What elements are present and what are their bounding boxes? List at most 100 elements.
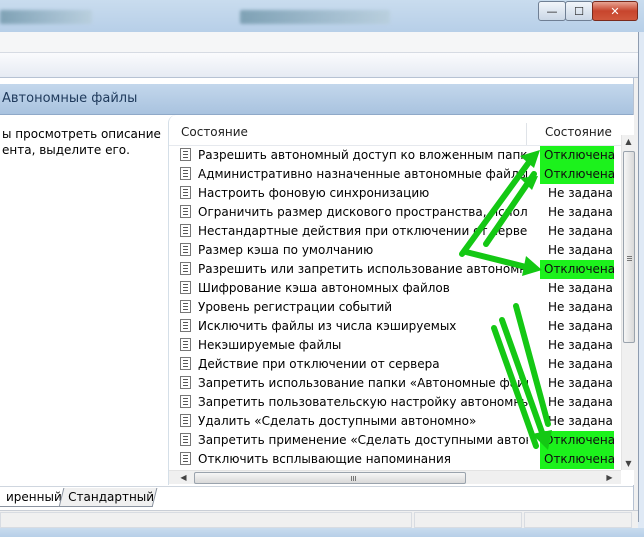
section-header: Автономные файлы bbox=[0, 84, 633, 115]
policy-setting-icon bbox=[180, 452, 191, 465]
scroll-left-icon[interactable]: ◀ bbox=[177, 471, 190, 484]
minimize-icon: — bbox=[546, 4, 558, 18]
list-item[interactable]: Шифрование кэша автономных файлов Не зада… bbox=[169, 279, 621, 298]
setting-state: Не задана bbox=[548, 395, 613, 409]
policy-setting-icon bbox=[180, 243, 191, 256]
grip-icon bbox=[351, 476, 352, 481]
list-item[interactable]: Удалить «Сделать доступными автономно» Не… bbox=[169, 412, 621, 431]
view-tabs: иренный Стандартный bbox=[0, 486, 633, 509]
tab-extended[interactable]: иренный bbox=[0, 488, 67, 507]
policy-setting-icon bbox=[180, 338, 191, 351]
window-bottom-edge bbox=[0, 528, 644, 537]
setting-state: Не задана bbox=[548, 186, 613, 200]
horizontal-scrollbar[interactable]: ◀ ▶ bbox=[169, 470, 621, 484]
setting-name: Удалить «Сделать доступными автономно» bbox=[198, 414, 477, 428]
settings-list: Состояние Состояние Разрешить автономный… bbox=[168, 115, 635, 485]
setting-name: Отключить всплывающие напоминания bbox=[198, 452, 452, 466]
scroll-right-icon[interactable]: ▶ bbox=[603, 471, 616, 484]
policy-setting-icon bbox=[180, 167, 191, 180]
blurred-title-part bbox=[240, 10, 390, 24]
scroll-down-icon[interactable]: ▼ bbox=[622, 457, 635, 470]
policy-setting-icon bbox=[180, 262, 191, 275]
maximize-icon: ☐ bbox=[574, 4, 584, 18]
list-item[interactable]: Настроить фоновую синхронизацию Не задана bbox=[169, 184, 621, 203]
vertical-scrollbar[interactable]: ▲ ▼ bbox=[621, 135, 635, 470]
setting-state: Отключена bbox=[540, 165, 615, 184]
list-item[interactable]: Отключить всплывающие напоминания Отключе… bbox=[169, 450, 621, 469]
setting-name: Запретить применение «Сделать доступными… bbox=[198, 433, 528, 447]
tab-label: иренный bbox=[6, 490, 62, 504]
status-cell bbox=[0, 512, 412, 528]
setting-state: Отключена bbox=[540, 431, 615, 450]
list-item[interactable]: Запретить использование папки «Автономны… bbox=[169, 374, 621, 393]
setting-state: Отключена bbox=[540, 260, 615, 279]
setting-state: Не задана bbox=[548, 338, 613, 352]
setting-state: Не задана bbox=[548, 243, 613, 257]
window-controls: — ☐ ✕ bbox=[538, 1, 638, 21]
list-item[interactable]: Действие при отключении от сервера Не зад… bbox=[169, 355, 621, 374]
setting-state: Не задана bbox=[548, 300, 613, 314]
list-item[interactable]: Запретить пользовательскую настройку авт… bbox=[169, 393, 621, 412]
close-icon: ✕ bbox=[610, 4, 620, 18]
list-item[interactable]: Некэшируемые файлы Не задана bbox=[169, 336, 621, 355]
setting-name: Ограничить размер дискового пространства… bbox=[198, 205, 528, 219]
vertical-scroll-thumb[interactable] bbox=[623, 151, 635, 343]
policy-setting-icon bbox=[180, 414, 191, 427]
column-separator[interactable] bbox=[526, 123, 527, 145]
minimize-button[interactable]: — bbox=[538, 1, 566, 21]
setting-state: Не задана bbox=[548, 414, 613, 428]
setting-state: Не задана bbox=[548, 319, 613, 333]
status-cell bbox=[524, 512, 632, 528]
list-item[interactable]: Нестандартные действия при отключении от… bbox=[169, 222, 621, 241]
toolbar bbox=[0, 53, 638, 78]
setting-name: Размер кэша по умолчанию bbox=[198, 243, 374, 257]
setting-name: Исключить файлы из числа кэшируемых bbox=[198, 319, 457, 333]
description-text: ы просмотреть описание ента, выделите ег… bbox=[2, 127, 161, 157]
grip-icon bbox=[627, 256, 632, 257]
tab-label: Стандартный bbox=[68, 490, 155, 504]
policy-setting-icon bbox=[180, 148, 191, 161]
policy-setting-icon bbox=[180, 319, 191, 332]
setting-name: Некэшируемые файлы bbox=[198, 338, 342, 352]
list-item[interactable]: Запретить применение «Сделать доступными… bbox=[169, 431, 621, 450]
setting-state: Не задана bbox=[548, 376, 613, 390]
setting-state: Не задана bbox=[548, 357, 613, 371]
section-title: Автономные файлы bbox=[2, 91, 138, 106]
status-bar bbox=[0, 510, 638, 528]
setting-name: Разрешить автономный доступ ко вложенным… bbox=[198, 148, 528, 162]
setting-name: Шифрование кэша автономных файлов bbox=[198, 281, 450, 295]
setting-name: Запретить использование папки «Автономны… bbox=[198, 376, 528, 390]
horizontal-scroll-thumb[interactable] bbox=[194, 472, 466, 484]
column-header-name[interactable]: Состояние bbox=[181, 125, 248, 139]
column-header-state[interactable]: Состояние bbox=[545, 125, 612, 139]
list-item[interactable]: Административно назначенные автономные ф… bbox=[169, 165, 621, 184]
close-button[interactable]: ✕ bbox=[592, 1, 638, 21]
menu-bar bbox=[0, 32, 638, 53]
setting-name: Действие при отключении от сервера bbox=[198, 357, 440, 371]
list-item[interactable]: Исключить файлы из числа кэшируемых Не за… bbox=[169, 317, 621, 336]
policy-setting-icon bbox=[180, 205, 191, 218]
list-item[interactable]: Разрешить или запретить использование ав… bbox=[169, 260, 621, 279]
setting-name: Разрешить или запретить использование ав… bbox=[198, 262, 528, 276]
maximize-button[interactable]: ☐ bbox=[565, 1, 593, 21]
list-header: Состояние Состояние bbox=[169, 123, 621, 145]
blurred-title-part bbox=[0, 10, 92, 24]
scroll-up-icon[interactable]: ▲ bbox=[622, 135, 635, 148]
policy-setting-icon bbox=[180, 281, 191, 294]
title-bar: — ☐ ✕ bbox=[0, 0, 644, 32]
policy-setting-icon bbox=[180, 186, 191, 199]
list-item[interactable]: Размер кэша по умолчанию Не задана bbox=[169, 241, 621, 260]
setting-name: Настроить фоновую синхронизацию bbox=[198, 186, 430, 200]
setting-state: Отключена bbox=[540, 450, 615, 469]
setting-name: Административно назначенные автономные ф… bbox=[198, 167, 528, 181]
list-item[interactable]: Разрешить автономный доступ ко вложенным… bbox=[169, 146, 621, 165]
setting-state: Не задана bbox=[548, 281, 613, 295]
policy-setting-icon bbox=[180, 357, 191, 370]
list-item[interactable]: Ограничить размер дискового пространства… bbox=[169, 203, 621, 222]
list-item[interactable]: Уровень регистрации событий Не задана bbox=[169, 298, 621, 317]
setting-name: Уровень регистрации событий bbox=[198, 300, 393, 314]
setting-state: Отключена bbox=[540, 146, 615, 165]
setting-state: Не задана bbox=[548, 205, 613, 219]
description-pane: ы просмотреть описание ента, выделите ег… bbox=[0, 115, 168, 485]
tab-standard[interactable]: Стандартный bbox=[58, 488, 158, 507]
